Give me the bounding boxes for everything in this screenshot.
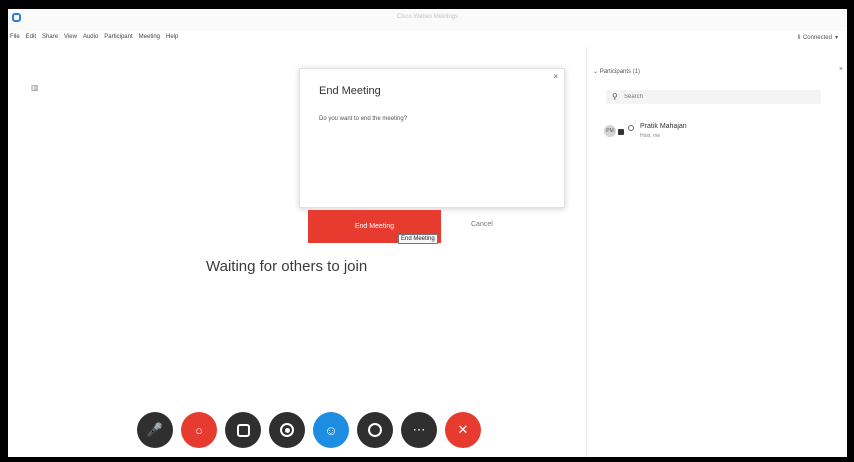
title-bar: Cisco Webex Meetings	[8, 9, 847, 31]
panel-title: Participants (1)	[599, 69, 641, 75]
chevron-down-icon: ▾	[834, 35, 838, 41]
menu: File Edit Share View Audio Participant M…	[10, 34, 178, 40]
meeting-controls: 🎤 ○ ☺ ⋯ ✕	[137, 412, 481, 448]
dialog-close-icon[interactable]: ×	[553, 72, 558, 81]
menu-view[interactable]: View	[64, 34, 77, 40]
video-off-icon: ○	[195, 422, 203, 438]
menu-bar: File Edit Share View Audio Participant M…	[8, 31, 847, 47]
menu-file[interactable]: File	[10, 34, 20, 40]
participant-name: Pratik Mahajan	[640, 123, 687, 130]
signal-icon: ‖	[797, 34, 800, 41]
mic-icon: 🎤	[146, 422, 164, 437]
menu-audio[interactable]: Audio	[83, 34, 98, 40]
participant-role: Host, me	[640, 133, 661, 139]
chat-icon	[368, 423, 382, 437]
cancel-button[interactable]: Cancel	[471, 221, 493, 228]
end-meeting-dialog: × End Meeting Do you want to end the mee…	[299, 68, 565, 208]
video-button[interactable]: ○	[181, 412, 217, 448]
participants-panel: ⌄ Participants (1) × ⚲ PM Pratik Mahajan…	[586, 47, 847, 457]
dialog-message: Do you want to end the meeting?	[319, 116, 408, 122]
connection-label: Connected	[802, 34, 832, 41]
participant-row[interactable]: PM Pratik Mahajan Host, me	[604, 119, 804, 147]
menu-edit[interactable]: Edit	[26, 34, 36, 40]
panel-header[interactable]: ⌄ Participants (1)	[593, 68, 640, 75]
mic-icon[interactable]	[618, 129, 624, 135]
window-title: Cisco Webex Meetings	[396, 14, 459, 20]
participant-search: ⚲	[606, 90, 821, 104]
share-icon	[236, 423, 250, 437]
chevron-down-icon: ⌄	[593, 69, 599, 75]
chat-button[interactable]	[357, 412, 393, 448]
participants-button[interactable]: ☺	[313, 412, 349, 448]
app-window: Cisco Webex Meetings File Edit Share Vie…	[8, 9, 847, 457]
search-icon: ⚲	[612, 92, 618, 101]
menu-meeting[interactable]: Meeting	[139, 34, 160, 40]
waiting-message: Waiting for others to join	[206, 258, 368, 275]
share-button[interactable]	[225, 412, 261, 448]
connection-status[interactable]: ‖ Connected ▾	[797, 34, 838, 42]
close-icon: ✕	[457, 422, 469, 437]
menu-participant[interactable]: Participant	[104, 34, 132, 40]
search-input[interactable]	[624, 91, 814, 103]
avatar: PM	[604, 125, 616, 137]
video-icon[interactable]	[628, 125, 634, 131]
dialog-title: End Meeting	[319, 85, 381, 97]
record-icon	[280, 423, 294, 437]
layout-icon[interactable]: ▥	[31, 84, 39, 92]
tooltip: End Meeting	[398, 234, 438, 244]
end-meeting-button[interactable]: ✕	[445, 412, 481, 448]
unmute-button[interactable]: 🎤	[137, 412, 173, 448]
record-button[interactable]	[269, 412, 305, 448]
more-button[interactable]: ⋯	[401, 412, 437, 448]
menu-share[interactable]: Share	[42, 34, 58, 40]
participants-icon: ☺	[324, 422, 338, 438]
more-icon: ⋯	[412, 422, 426, 437]
panel-close-icon[interactable]: ×	[839, 66, 843, 73]
menu-help[interactable]: Help	[166, 34, 178, 40]
